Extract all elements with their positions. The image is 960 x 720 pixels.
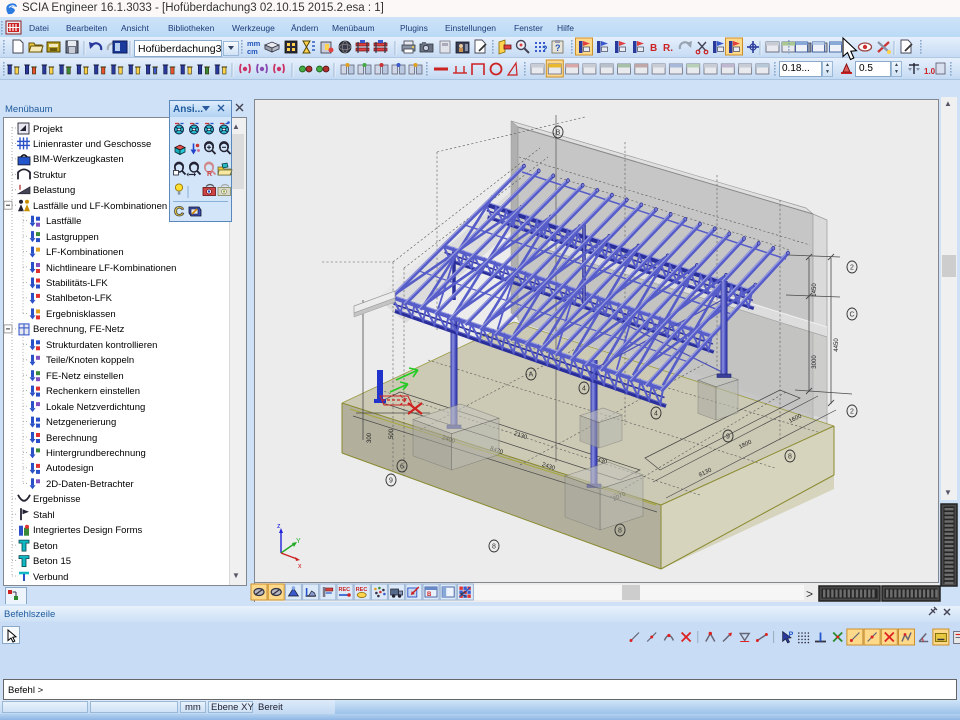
svg-text:2: 2 [850, 409, 854, 416]
svg-text:x: x [298, 563, 302, 570]
svg-text:B: B [556, 130, 561, 137]
svg-text:500: 500 [389, 428, 395, 439]
svg-text:8: 8 [788, 454, 792, 461]
svg-text:300: 300 [367, 432, 373, 443]
svg-text:3000: 3000 [812, 355, 818, 369]
svg-text:4: 4 [654, 411, 658, 418]
svg-text:z: z [277, 523, 281, 530]
svg-text:8: 8 [492, 544, 496, 551]
svg-text:9: 9 [389, 478, 393, 485]
svg-text:9: 9 [726, 434, 730, 441]
svg-text:1450: 1450 [812, 283, 818, 297]
svg-text:C: C [849, 312, 854, 319]
svg-text:A: A [529, 372, 534, 379]
svg-text:8: 8 [618, 528, 622, 535]
svg-text:6: 6 [400, 464, 404, 471]
svg-text:Y: Y [296, 538, 301, 545]
svg-text:2: 2 [850, 265, 854, 272]
svg-text:4: 4 [582, 386, 586, 393]
svg-text:4450: 4450 [834, 338, 840, 352]
